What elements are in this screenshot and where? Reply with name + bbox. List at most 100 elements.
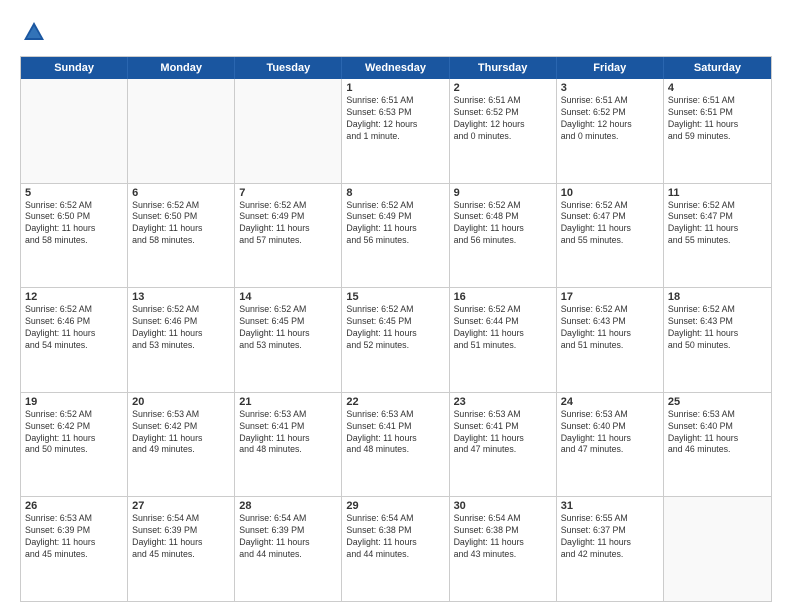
calendar-cell (21, 79, 128, 183)
cell-info-line: Daylight: 11 hours (132, 328, 230, 340)
cell-info-line: Sunrise: 6:53 AM (132, 409, 230, 421)
calendar-cell: 10Sunrise: 6:52 AMSunset: 6:47 PMDayligh… (557, 184, 664, 288)
cell-info-line: and 0 minutes. (561, 131, 659, 143)
cell-info-line: Daylight: 12 hours (346, 119, 444, 131)
cell-info-line: Sunrise: 6:53 AM (454, 409, 552, 421)
cell-info-line: Sunrise: 6:52 AM (454, 200, 552, 212)
day-number: 1 (346, 82, 444, 94)
cell-info-line: Sunrise: 6:52 AM (454, 304, 552, 316)
cell-info-line: Sunset: 6:53 PM (346, 107, 444, 119)
day-number: 14 (239, 291, 337, 303)
cell-info-line: Sunrise: 6:53 AM (25, 513, 123, 525)
cell-info-line: Sunset: 6:43 PM (668, 316, 767, 328)
cell-info-line: Sunrise: 6:51 AM (668, 95, 767, 107)
cell-info-line: and 48 minutes. (239, 444, 337, 456)
cell-info-line: Sunset: 6:43 PM (561, 316, 659, 328)
logo-icon (20, 18, 48, 46)
day-number: 17 (561, 291, 659, 303)
cell-info-line: Sunset: 6:48 PM (454, 211, 552, 223)
cell-info-line: and 48 minutes. (346, 444, 444, 456)
calendar-cell: 31Sunrise: 6:55 AMSunset: 6:37 PMDayligh… (557, 497, 664, 601)
cell-info-line: and 56 minutes. (346, 235, 444, 247)
page-header (20, 18, 772, 46)
day-number: 27 (132, 500, 230, 512)
cell-info-line: Daylight: 11 hours (239, 223, 337, 235)
calendar-cell: 13Sunrise: 6:52 AMSunset: 6:46 PMDayligh… (128, 288, 235, 392)
calendar-cell: 22Sunrise: 6:53 AMSunset: 6:41 PMDayligh… (342, 393, 449, 497)
day-number: 6 (132, 187, 230, 199)
cell-info-line: Daylight: 12 hours (561, 119, 659, 131)
calendar-cell: 9Sunrise: 6:52 AMSunset: 6:48 PMDaylight… (450, 184, 557, 288)
cell-info-line: Sunset: 6:47 PM (668, 211, 767, 223)
calendar-cell: 19Sunrise: 6:52 AMSunset: 6:42 PMDayligh… (21, 393, 128, 497)
cell-info-line: and 47 minutes. (561, 444, 659, 456)
calendar-cell: 8Sunrise: 6:52 AMSunset: 6:49 PMDaylight… (342, 184, 449, 288)
cell-info-line: and 55 minutes. (561, 235, 659, 247)
cell-info-line: and 57 minutes. (239, 235, 337, 247)
cell-info-line: and 0 minutes. (454, 131, 552, 143)
calendar-cell: 4Sunrise: 6:51 AMSunset: 6:51 PMDaylight… (664, 79, 771, 183)
cell-info-line: Sunrise: 6:54 AM (346, 513, 444, 525)
calendar-page: SundayMondayTuesdayWednesdayThursdayFrid… (0, 0, 792, 612)
cell-info-line: Sunset: 6:42 PM (132, 421, 230, 433)
calendar-cell (128, 79, 235, 183)
cell-info-line: Sunrise: 6:53 AM (668, 409, 767, 421)
cell-info-line: and 46 minutes. (668, 444, 767, 456)
calendar-cell: 17Sunrise: 6:52 AMSunset: 6:43 PMDayligh… (557, 288, 664, 392)
calendar-cell: 25Sunrise: 6:53 AMSunset: 6:40 PMDayligh… (664, 393, 771, 497)
calendar-body: 1Sunrise: 6:51 AMSunset: 6:53 PMDaylight… (21, 79, 771, 601)
cell-info-line: Sunset: 6:38 PM (346, 525, 444, 537)
cell-info-line: and 43 minutes. (454, 549, 552, 561)
cell-info-line: Sunrise: 6:52 AM (346, 200, 444, 212)
day-number: 13 (132, 291, 230, 303)
day-number: 25 (668, 396, 767, 408)
calendar: SundayMondayTuesdayWednesdayThursdayFrid… (20, 56, 772, 602)
calendar-cell: 16Sunrise: 6:52 AMSunset: 6:44 PMDayligh… (450, 288, 557, 392)
calendar-row: 12Sunrise: 6:52 AMSunset: 6:46 PMDayligh… (21, 287, 771, 392)
day-number: 18 (668, 291, 767, 303)
cell-info-line: Daylight: 11 hours (132, 223, 230, 235)
day-number: 31 (561, 500, 659, 512)
calendar-cell: 6Sunrise: 6:52 AMSunset: 6:50 PMDaylight… (128, 184, 235, 288)
cell-info-line: Daylight: 11 hours (132, 537, 230, 549)
cell-info-line: Sunset: 6:39 PM (25, 525, 123, 537)
cell-info-line: Sunset: 6:38 PM (454, 525, 552, 537)
cell-info-line: Sunrise: 6:53 AM (346, 409, 444, 421)
cell-info-line: and 47 minutes. (454, 444, 552, 456)
cell-info-line: and 58 minutes. (132, 235, 230, 247)
cell-info-line: Sunset: 6:44 PM (454, 316, 552, 328)
cell-info-line: and 53 minutes. (132, 340, 230, 352)
cell-info-line: Sunrise: 6:52 AM (25, 409, 123, 421)
calendar-cell: 24Sunrise: 6:53 AMSunset: 6:40 PMDayligh… (557, 393, 664, 497)
weekday-header: Monday (128, 57, 235, 79)
cell-info-line: and 50 minutes. (25, 444, 123, 456)
calendar-cell: 23Sunrise: 6:53 AMSunset: 6:41 PMDayligh… (450, 393, 557, 497)
cell-info-line: Daylight: 11 hours (454, 223, 552, 235)
day-number: 8 (346, 187, 444, 199)
cell-info-line: Daylight: 11 hours (454, 433, 552, 445)
cell-info-line: Daylight: 11 hours (346, 433, 444, 445)
calendar-cell: 12Sunrise: 6:52 AMSunset: 6:46 PMDayligh… (21, 288, 128, 392)
cell-info-line: Sunset: 6:39 PM (132, 525, 230, 537)
calendar-cell: 18Sunrise: 6:52 AMSunset: 6:43 PMDayligh… (664, 288, 771, 392)
cell-info-line: Sunrise: 6:52 AM (561, 200, 659, 212)
cell-info-line: and 56 minutes. (454, 235, 552, 247)
day-number: 30 (454, 500, 552, 512)
day-number: 23 (454, 396, 552, 408)
cell-info-line: Daylight: 11 hours (132, 433, 230, 445)
weekday-header: Thursday (450, 57, 557, 79)
cell-info-line: Daylight: 11 hours (668, 328, 767, 340)
cell-info-line: Daylight: 11 hours (668, 223, 767, 235)
cell-info-line: Daylight: 11 hours (239, 328, 337, 340)
cell-info-line: Sunset: 6:42 PM (25, 421, 123, 433)
calendar-row: 1Sunrise: 6:51 AMSunset: 6:53 PMDaylight… (21, 79, 771, 183)
cell-info-line: Sunrise: 6:52 AM (668, 200, 767, 212)
calendar-cell: 27Sunrise: 6:54 AMSunset: 6:39 PMDayligh… (128, 497, 235, 601)
cell-info-line: Sunset: 6:50 PM (25, 211, 123, 223)
weekday-header: Wednesday (342, 57, 449, 79)
day-number: 20 (132, 396, 230, 408)
cell-info-line: Sunset: 6:37 PM (561, 525, 659, 537)
cell-info-line: Daylight: 11 hours (25, 433, 123, 445)
cell-info-line: and 58 minutes. (25, 235, 123, 247)
cell-info-line: Sunrise: 6:53 AM (561, 409, 659, 421)
